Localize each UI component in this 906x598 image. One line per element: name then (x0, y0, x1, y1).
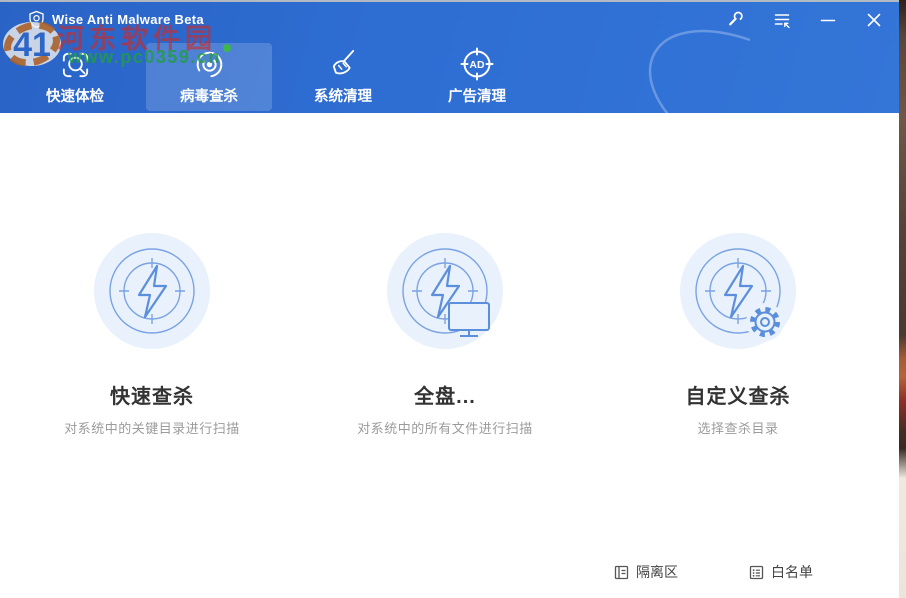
quick-scan-icon (94, 233, 210, 349)
tab-ad-clean[interactable]: AD 广告清理 (414, 43, 540, 111)
main-menu-button[interactable] (772, 10, 791, 29)
support-tools-button[interactable] (726, 10, 745, 29)
titlebar: Wise Anti Malware Beta (28, 10, 204, 28)
shield-logo-icon (28, 10, 45, 28)
broom-icon (326, 43, 361, 82)
option-title: 快速查杀 (32, 380, 272, 409)
header-bar: Wise Anti Malware Beta (0, 0, 899, 113)
window-controls (726, 10, 883, 29)
notification-dot (223, 44, 231, 52)
virus-target-icon (191, 43, 228, 82)
option-quick-scan[interactable]: 快速查杀 对系统中的关键目录进行扫描 (32, 233, 272, 437)
option-subtitle: 选择查杀目录 (618, 418, 858, 437)
tab-label: 广告清理 (448, 85, 506, 106)
option-subtitle: 对系统中的关键目录进行扫描 (32, 418, 272, 437)
menu-icon (773, 11, 791, 29)
app-title: Wise Anti Malware Beta (52, 12, 204, 27)
whitelist-button[interactable]: 白名单 (748, 562, 813, 582)
scan-search-icon (58, 43, 93, 82)
option-subtitle: 对系统中的所有文件进行扫描 (325, 418, 565, 437)
tab-system-clean[interactable]: 系统清理 (280, 43, 406, 111)
close-button[interactable] (864, 10, 883, 29)
whitelist-icon (748, 564, 765, 581)
whitelist-label: 白名单 (771, 562, 813, 582)
quarantine-icon (613, 564, 630, 581)
gear-icon (746, 303, 784, 341)
close-icon (865, 11, 883, 29)
tab-label: 病毒查杀 (180, 85, 238, 106)
tab-virus-scan[interactable]: 病毒查杀 (146, 43, 272, 111)
wise-anti-malware-window: Wise Anti Malware Beta (0, 0, 899, 598)
full-scan-icon (387, 233, 503, 349)
tab-label: 系统清理 (314, 85, 372, 106)
nav-tabs: 快速体检 病毒查杀 (12, 43, 540, 111)
quarantine-label: 隔离区 (636, 562, 678, 582)
quarantine-button[interactable]: 隔离区 (613, 562, 678, 582)
tab-quick-checkup[interactable]: 快速体检 (12, 43, 138, 111)
wrench-icon (726, 10, 745, 29)
desktop-background-strip (899, 0, 906, 598)
option-full-scan[interactable]: 全盘... 对系统中的所有文件进行扫描 (325, 233, 565, 437)
tab-label: 快速体检 (46, 85, 104, 106)
option-title: 自定义查杀 (618, 380, 858, 409)
window-top-edge (0, 0, 899, 2)
footer-links: 隔离区 白名单 (613, 562, 813, 582)
app-window: Wise Anti Malware Beta (0, 0, 906, 598)
minimize-icon (819, 11, 837, 29)
option-custom-scan[interactable]: 自定义查杀 选择查杀目录 (618, 233, 858, 437)
ad-target-icon: AD (459, 43, 495, 82)
custom-scan-icon (680, 233, 796, 349)
ad-icon-text: AD (469, 59, 485, 71)
minimize-button[interactable] (818, 10, 837, 29)
option-title: 全盘... (325, 380, 565, 409)
